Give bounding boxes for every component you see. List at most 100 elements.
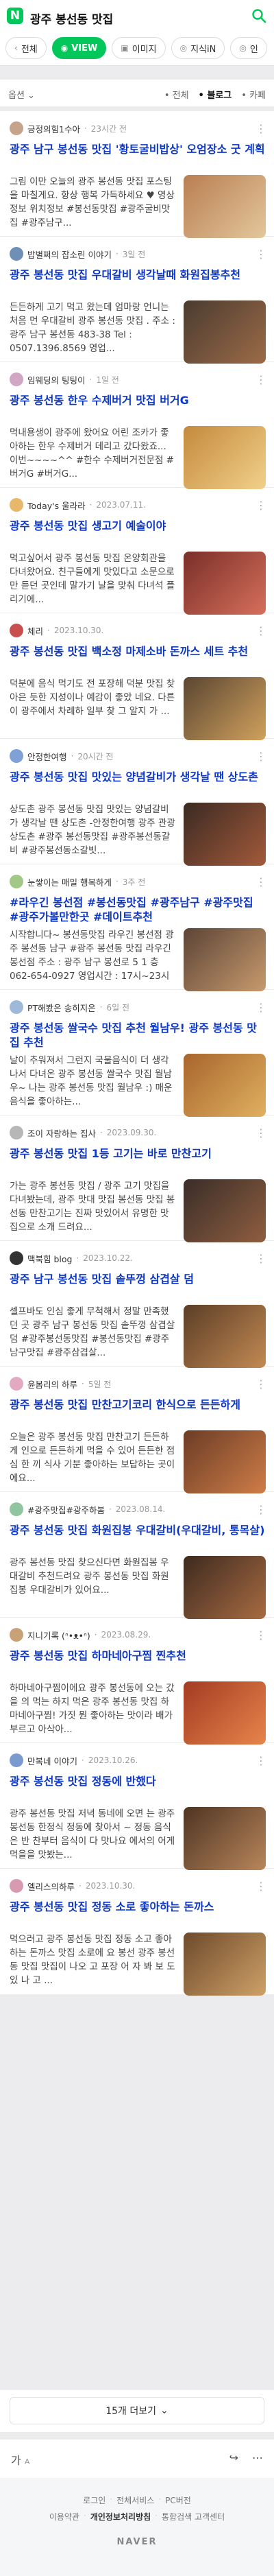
more-options-icon[interactable]: ⋮	[256, 1126, 267, 1139]
avatar[interactable]	[10, 1000, 23, 1014]
more-options-icon[interactable]: ⋮	[256, 499, 267, 512]
post-title[interactable]: 광주 봉선동 맛집 우대갈비 생각날때 화원집봉추천	[10, 268, 266, 296]
post-thumbnail[interactable]	[184, 1430, 266, 1493]
post-author[interactable]: Today's 울라라	[27, 499, 86, 512]
post-author[interactable]: #광주맛집#광주하봄	[27, 1503, 105, 1516]
post-snippet[interactable]: 셀프바도 인심 좋게 무척해서 정말 만족했던 곳 광주 남구 봉선동 맛집 솥…	[10, 1305, 177, 1360]
post-author[interactable]: 눈쌓이는 매일 행복하게	[27, 875, 112, 888]
avatar[interactable]	[10, 1753, 23, 1767]
post-thumbnail[interactable]	[184, 175, 266, 238]
post-author[interactable]: 엘리스의하루	[27, 1880, 75, 1893]
footer-terms-link[interactable]: 이용약관	[49, 2511, 79, 2522]
more-options-icon[interactable]: ⋮	[256, 373, 267, 386]
post-thumbnail[interactable]	[184, 677, 266, 740]
post-title[interactable]: 광주 봉선동 맛집 생고기 예술이야	[10, 519, 266, 547]
naver-logo[interactable]: N	[7, 8, 23, 24]
avatar[interactable]	[10, 498, 23, 512]
post-thumbnail[interactable]	[184, 1556, 266, 1619]
post-thumbnail[interactable]	[184, 426, 266, 489]
post-author[interactable]: 밥별쩌의 잡소린 이야기	[27, 248, 112, 261]
more-options-icon[interactable]: ⋮	[256, 875, 267, 888]
post-snippet[interactable]: 날이 추워져서 그런지 국물음식이 더 생각나서 다녀온 광주 봉선동 쌀국수 …	[10, 1054, 177, 1109]
avatar[interactable]	[10, 1251, 23, 1265]
post-snippet[interactable]: 광주 봉선동 맛집 저녁 동네에 오면 는 광주 봉선동 한정식 정동에 찾아서…	[10, 1807, 177, 1862]
avatar[interactable]	[10, 247, 23, 261]
avatar[interactable]	[10, 121, 23, 135]
options-button[interactable]: 옵션 ⌄	[8, 88, 35, 101]
avatar[interactable]	[10, 1126, 23, 1139]
footer-help-link[interactable]: 통합검색 고객센터	[162, 2511, 225, 2522]
search-query[interactable]: 광주 봉선동 맛집	[30, 10, 113, 27]
post-snippet[interactable]: 덕분에 음식 먹기도 전 포장해 덕분 맛집 찾아은 듯한 지성이나 예감이 좋…	[10, 677, 177, 732]
avatar[interactable]	[10, 1502, 23, 1516]
post-snippet[interactable]: 든든하게 고기 먹고 왔는데 엄마랑 언니는 처음 먼 우대갈비 광주 봉선동 …	[10, 300, 177, 355]
more-options-icon[interactable]: ⋮	[256, 1880, 267, 1893]
more-options-icon[interactable]: ⋮	[256, 1754, 267, 1767]
avatar[interactable]	[10, 1628, 23, 1642]
tab-3[interactable]: ◎ 지식iN	[171, 37, 225, 59]
post-thumbnail[interactable]	[184, 1054, 266, 1117]
tab-4[interactable]: ◎ 인	[230, 37, 267, 59]
footer-privacy-link[interactable]: 개인정보처리방침	[90, 2511, 151, 2522]
post-thumbnail[interactable]	[184, 803, 266, 866]
post-author[interactable]: 맥북힘 blog	[27, 1252, 72, 1265]
avatar[interactable]	[10, 373, 23, 386]
post-author[interactable]: 윤봄리의 하루	[27, 1378, 77, 1391]
share-icon[interactable]: ↪	[229, 2451, 238, 2464]
post-thumbnail[interactable]	[184, 1807, 266, 1870]
post-title[interactable]: 광주 봉선동 맛집 1등 고기는 바로 만찬고기	[10, 1146, 266, 1175]
post-snippet[interactable]: 시작합니다~ 봉선동맛집 라우긴 봉선점 광주 봉선동 남구 #광주 봉선동 맛…	[10, 928, 177, 983]
post-author[interactable]: PT해봤은 송히지은	[27, 1001, 96, 1014]
more-options-icon[interactable]: ⋮	[256, 750, 267, 763]
footer-login-link[interactable]: 로그인	[83, 2494, 105, 2506]
post-author[interactable]: 체리	[27, 624, 43, 637]
more-options-icon[interactable]: ⋮	[256, 122, 267, 135]
more-options-icon[interactable]: ⋮	[256, 1378, 267, 1391]
post-title[interactable]: 광주 봉선동 쌀국수 맛집 추천 월남우! 광주 봉선동 맛집 추천	[10, 1021, 266, 1050]
post-title[interactable]: 광주 남구 봉선동 맛집 솥뚜껑 삼겹살 덤	[10, 1272, 266, 1301]
more-options-icon[interactable]: ⋯	[252, 2451, 263, 2464]
more-options-icon[interactable]: ⋮	[256, 624, 267, 637]
post-author[interactable]: 지니기록 (ᐢ•ᴥ•ᐢ)	[27, 1629, 90, 1642]
source-filter-option[interactable]: • 카페	[241, 88, 266, 101]
post-author[interactable]: 임웨딩의 팅팅이	[27, 373, 85, 386]
post-thumbnail[interactable]	[184, 928, 266, 991]
post-title[interactable]: 광주 봉선동 맛집 정동에 반했다	[10, 1774, 266, 1803]
font-size-button[interactable]: 가 A	[11, 2451, 29, 2468]
post-title[interactable]: 광주 봉선동 맛집 화원집봉 우대갈비(우대갈비, 통목살)	[10, 1523, 266, 1552]
avatar[interactable]	[10, 1377, 23, 1391]
post-title[interactable]: #라우긴 봉선점 #봉선동맛집 #광주남구 #광주맛집 #광주가볼만한곳 #데이…	[10, 895, 266, 924]
footer-pc-version-link[interactable]: PC버전	[165, 2494, 191, 2506]
post-snippet[interactable]: 먹고싶어서 광주 봉선동 맛집 온양회관을 다녀왔어요. 친구들에게 맛있다고 …	[10, 552, 177, 606]
source-filter-option[interactable]: • 전체	[164, 88, 189, 101]
tab-1[interactable]: ◉ VIEW	[51, 37, 107, 59]
post-snippet[interactable]: 광주 봉선동 맛집 찾으신다면 화원집봉 우대갈비 추천드려요 광주 봉선동 맛…	[10, 1556, 177, 1611]
post-thumbnail[interactable]	[184, 1305, 266, 1368]
post-author[interactable]: 만복네 이야기	[27, 1754, 77, 1767]
avatar[interactable]	[10, 875, 23, 888]
post-title[interactable]: 광주 남구 봉선동 맛집 '황토굴비밥상' 오엄장소 굿 계획	[10, 142, 266, 171]
more-options-icon[interactable]: ⋮	[256, 1629, 267, 1642]
post-thumbnail[interactable]	[184, 552, 266, 615]
post-snippet[interactable]: 상도촌 광주 봉선동 맛집 맛있는 양념갈비가 생각날 땐 상도촌 -안정한여행…	[10, 803, 177, 858]
search-icon[interactable]	[251, 8, 267, 24]
more-options-icon[interactable]: ⋮	[256, 1503, 267, 1516]
avatar[interactable]	[10, 624, 23, 637]
more-options-icon[interactable]: ⋮	[256, 1252, 267, 1265]
more-results-button[interactable]: 15개 더보기 ⌄	[10, 2397, 264, 2424]
post-snippet[interactable]: 하마네아구찜이에요 광주 봉선동에 오는 갔을 의 먹는 하지 먹은 광주 봉선…	[10, 1681, 177, 1736]
post-author[interactable]: 안정한여행	[27, 750, 67, 763]
avatar[interactable]	[10, 749, 23, 763]
post-title[interactable]: 광주 봉선동 맛집 만찬고기코리 한식으로 든든하게	[10, 1397, 266, 1426]
source-filter-option[interactable]: • 블로그	[199, 88, 232, 101]
post-snippet[interactable]: 먹내용생이 광주에 왔어요 어린 조카가 좋아하는 한우 수제버거 데리고 갔다…	[10, 426, 177, 481]
more-options-icon[interactable]: ⋮	[256, 1001, 267, 1014]
post-snippet[interactable]: 그림 이만 오늘의 광주 봉선동 맛집 포스팅을 마칠게요. 항상 행복 가득하…	[10, 175, 177, 230]
post-title[interactable]: 광주 봉선동 맛집 백소정 마제소바 돈까스 세트 추천	[10, 644, 266, 673]
post-title[interactable]: 광주 봉선동 맛집 하마네아구찜 찐추천	[10, 1649, 266, 1677]
post-snippet[interactable]: 먹으러고 광주 봉선동 맛집 정동 소고 좋아하는 돈까스 맛집 소로에 요 봉…	[10, 1933, 177, 1987]
footer-services-link[interactable]: 전체서비스	[116, 2494, 154, 2506]
post-thumbnail[interactable]	[184, 300, 266, 364]
post-snippet[interactable]: 가는 광주 봉선동 맛집 / 광주 고기 맛집을 다녀봤는데, 광주 맛대 맛집…	[10, 1179, 177, 1234]
post-author[interactable]: 조이 자랑하는 집사	[27, 1126, 96, 1139]
